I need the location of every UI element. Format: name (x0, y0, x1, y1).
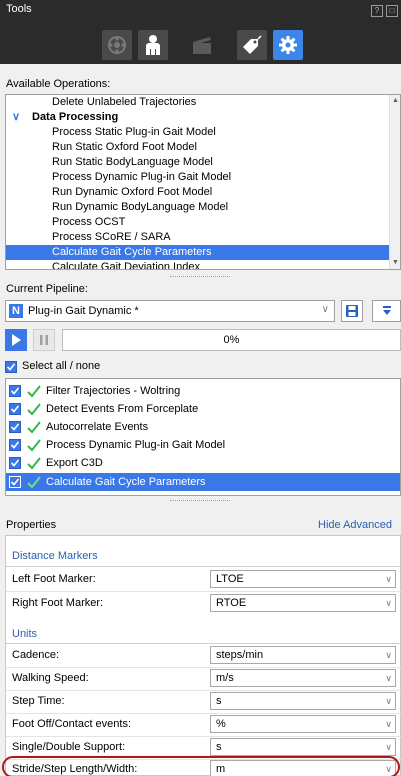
section-units: Units (12, 628, 38, 640)
scroll-down-icon[interactable]: ▼ (390, 257, 400, 269)
pipeline-step[interactable]: Process Dynamic Plug-in Gait Model (6, 436, 400, 454)
list-item[interactable]: Process Static Plug-in Gait Model (6, 125, 390, 140)
left-foot-marker-select[interactable]: LTOE ∨ (210, 570, 396, 588)
float-icon[interactable]: ? (371, 5, 383, 17)
chevron-down-icon: ∨ (385, 742, 392, 752)
chevron-down-icon: ∨ (385, 598, 392, 608)
right-foot-marker-label: Right Foot Marker: (12, 597, 104, 609)
check-icon (27, 385, 41, 398)
chevron-down-icon: ∨ (12, 111, 21, 123)
check-icon (27, 421, 41, 434)
pipeline-select[interactable]: N Plug-in Gait Dynamic * ∨ (5, 300, 335, 322)
save-icon (346, 305, 358, 317)
list-item[interactable]: Run Static Oxford Foot Model (6, 140, 390, 155)
list-item[interactable]: Run Dynamic Oxford Foot Model (6, 185, 390, 200)
clapper-icon[interactable] (187, 30, 217, 60)
save-pipeline-button[interactable] (341, 300, 363, 322)
properties-label: Properties (6, 519, 57, 531)
play-button[interactable] (5, 329, 27, 351)
play-icon (12, 334, 21, 346)
select-all-label: Select all / none (22, 360, 101, 372)
list-item[interactable]: Process Dynamic Plug-in Gait Model (6, 170, 390, 185)
splitter-handle[interactable] (170, 276, 230, 282)
chevron-down-icon: ∨ (385, 574, 392, 584)
left-foot-marker-label: Left Foot Marker: (12, 573, 96, 585)
film-reel-icon[interactable] (102, 30, 132, 60)
pipeline-step[interactable]: Detect Events From Forceplate (6, 400, 400, 418)
pause-button[interactable] (33, 329, 55, 351)
menu-down-icon (382, 306, 391, 315)
progress-bar: 0% (62, 329, 401, 351)
walking-speed-select[interactable]: m/s ∨ (210, 669, 396, 687)
step-time-select[interactable]: s ∨ (210, 692, 396, 710)
pause-icon (40, 335, 48, 345)
step-time-label: Step Time: (12, 695, 65, 707)
chevron-down-icon: ∨ (385, 673, 392, 683)
step-checkbox[interactable] (9, 476, 21, 488)
single-double-support-label: Single/Double Support: (12, 741, 126, 753)
list-item[interactable]: Run Dynamic BodyLanguage Model (6, 200, 390, 215)
right-foot-marker-select[interactable]: RTOE ∨ (210, 594, 396, 612)
chevron-down-icon: ∨ (385, 719, 392, 729)
gear-icon[interactable] (273, 30, 303, 60)
pipeline-step[interactable]: Filter Trajectories - Woltring (6, 382, 400, 400)
list-item[interactable]: Run Static BodyLanguage Model (6, 155, 390, 170)
section-distance-markers: Distance Markers (12, 550, 98, 562)
step-checkbox[interactable] (9, 457, 21, 469)
properties-panel: Distance Markers Left Foot Marker: LTOE ∨… (5, 535, 401, 776)
splitter-handle[interactable] (170, 500, 230, 506)
list-item[interactable]: Calculate Gait Deviation Index (6, 260, 390, 269)
list-item-selected[interactable]: Calculate Gait Cycle Parameters (6, 245, 390, 260)
select-all-checkbox[interactable] (5, 361, 17, 373)
chevron-down-icon: ∨ (385, 650, 392, 660)
chevron-down-icon: ∨ (321, 304, 329, 315)
list-scrollbar[interactable]: ▲ ▼ (389, 95, 400, 269)
list-item[interactable]: Process SCoRE / SARA (6, 230, 390, 245)
pipeline-steps-list[interactable]: Filter Trajectories - Woltring Detect Ev… (5, 378, 401, 496)
check-icon (27, 439, 41, 452)
scroll-up-icon[interactable]: ▲ (390, 95, 400, 107)
pipeline-step-selected[interactable]: Calculate Gait Cycle Parameters (6, 473, 400, 491)
step-checkbox[interactable] (9, 439, 21, 451)
current-pipeline-label: Current Pipeline: (6, 283, 88, 295)
available-operations-list[interactable]: Delete Unlabeled Trajectories ∨ Data Proc… (5, 94, 401, 270)
list-item[interactable]: Process OCST (6, 215, 390, 230)
pipeline-menu-button[interactable] (372, 300, 401, 322)
available-operations-label: Available Operations: (6, 78, 111, 90)
tag-icon[interactable] (237, 30, 267, 60)
tools-titlebar: Tools ? □ (0, 0, 401, 64)
single-double-support-select[interactable]: s ∨ (210, 738, 396, 756)
step-checkbox[interactable] (9, 403, 21, 415)
chevron-down-icon: ∨ (385, 696, 392, 706)
category-data-processing[interactable]: ∨ Data Processing (6, 110, 390, 125)
walking-speed-label: Walking Speed: (12, 672, 89, 684)
check-icon (27, 457, 41, 470)
close-icon[interactable]: □ (386, 5, 398, 17)
step-checkbox[interactable] (9, 421, 21, 433)
hide-advanced-link[interactable]: Hide Advanced (318, 519, 392, 531)
check-icon (27, 403, 41, 416)
check-icon (27, 476, 41, 489)
pipeline-name: Plug-in Gait Dynamic * (28, 305, 139, 317)
list-item[interactable]: Delete Unlabeled Trajectories (6, 95, 390, 110)
highlight-annotation (2, 756, 400, 776)
foot-off-contact-select[interactable]: % ∨ (210, 715, 396, 733)
progress-text: 0% (223, 334, 240, 346)
step-checkbox[interactable] (9, 385, 21, 397)
panel-title: Tools (6, 3, 32, 15)
cadence-label: Cadence: (12, 649, 60, 661)
person-icon[interactable] (138, 30, 168, 60)
pipeline-step[interactable]: Autocorrelate Events (6, 418, 400, 436)
cadence-select[interactable]: steps/min ∨ (210, 646, 396, 664)
pipeline-step[interactable]: Export C3D (6, 454, 400, 472)
foot-off-contact-label: Foot Off/Contact events: (12, 718, 132, 730)
nexus-icon: N (9, 304, 23, 318)
